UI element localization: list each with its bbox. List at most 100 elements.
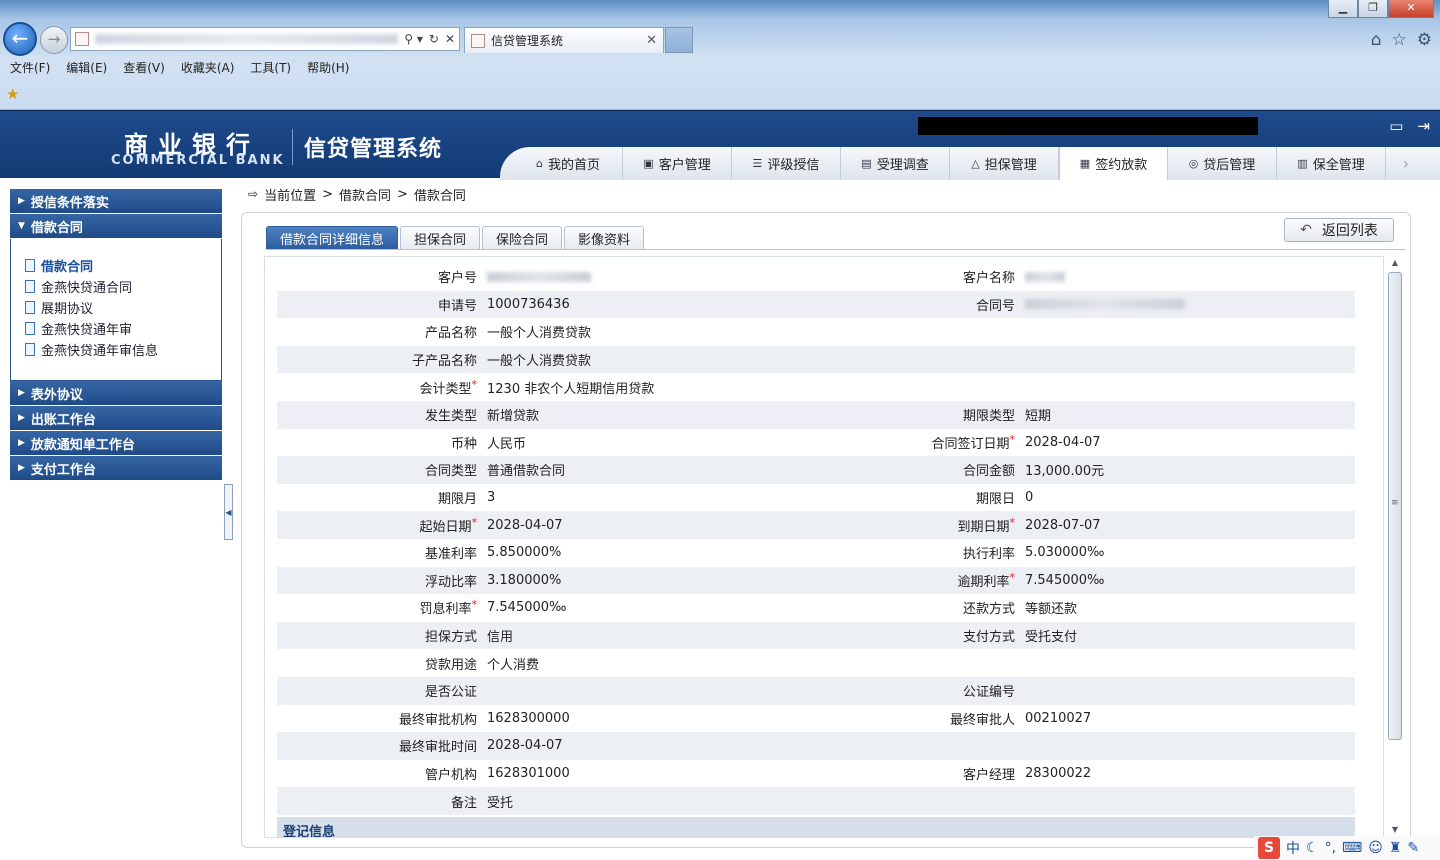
field-value: 00210027 [1025,710,1092,726]
nav-rating[interactable]: ☰ 评级授信 [732,147,841,180]
sidebar: ▶ 授信条件落实 ▼ 借款合同 借款合同 金燕快贷通合同 展期协议 金燕快贷通年审 … [10,189,222,481]
caret-right-icon: ▶ [18,438,25,448]
sidebar-item-annual-review[interactable]: 金燕快贷通年审 [25,318,221,339]
moon-icon[interactable]: ☾ [1306,840,1319,856]
nav-signing[interactable]: ▦ 签约放款 [1059,147,1168,180]
menu-view[interactable]: 查看(V) [123,59,165,76]
form-row: 罚息利率* 7.545000‰ 还款方式 等额还款 [277,594,1355,622]
minimize-button[interactable]: ▁ [1328,0,1358,18]
breadcrumb-level1[interactable]: 借款合同 [339,185,391,204]
sidebar-item-extension[interactable]: 展期协议 [25,297,221,318]
nav-customer[interactable]: ▣ 客户管理 [623,147,732,180]
id-card-icon: ▣ [643,157,654,170]
tab-guarantee-contract[interactable]: 担保合同 [400,226,481,249]
breadcrumb: ⇨ 当前位置 > 借款合同 > 借款合同 [248,184,466,204]
site-favicon-icon [75,32,89,46]
user-icon[interactable]: ☺ [1368,840,1383,856]
form-row: 最终审批机构 1628300000 最终审批人 00210027 [277,705,1355,733]
logout-icon[interactable]: ⇥ [1417,117,1430,135]
browser-tab[interactable]: 信贷管理系统 ✕ [464,27,664,53]
new-tab-button[interactable] [665,27,693,53]
document-icon: ▤ [861,157,872,170]
nav-post-loan[interactable]: ◎ 贷后管理 [1168,147,1277,180]
main-nav: ⌂ 我的首页 ▣ 客户管理 ☰ 评级授信 ▤ 受理调查 △ 担保管理 ▦ 签约放款 ◎ 贷后管… [500,147,1440,180]
maximize-button[interactable]: ❐ [1358,0,1388,18]
sidebar-section-conditions[interactable]: ▶ 授信条件落实 [10,189,222,214]
sidebar-section-loan-contract[interactable]: ▼ 借款合同 [10,214,222,239]
address-bar[interactable]: ⚲ ▾ ↻ ✕ [70,27,460,51]
field-value: 0 [1025,490,1034,506]
sidebar-item-jinyan-contract[interactable]: 金燕快贷通合同 [25,276,221,297]
add-favorite-star-icon[interactable]: ★ [6,85,19,103]
field-label: 子产品名称 [411,354,477,370]
caret-right-icon: ▶ [18,463,25,473]
field-value: 7.545000‰ [487,600,567,616]
nav-survey[interactable]: ▤ 受理调查 [841,147,950,180]
form-row: 申请号 1000736436 合同号 [277,290,1355,319]
chevron-right-icon[interactable]: › [1386,147,1426,180]
scroll-up-arrow-icon[interactable]: ▲ [1390,258,1400,267]
form-row: 产品名称 一般个人消费贷款 [277,318,1355,346]
required-marker: * [471,598,478,612]
menu-edit[interactable]: 编辑(E) [66,59,107,76]
sidebar-section-off-balance[interactable]: ▶ 表外协议 [10,381,222,406]
field-value-redacted [487,269,817,284]
tab-contract-detail[interactable]: 借款合同详细信息 [266,226,399,249]
field-label: 客户经理 [962,768,1015,784]
required-marker: * [471,515,478,529]
menu-tools[interactable]: 工具(T) [250,59,291,76]
favorites-star-icon[interactable]: ☆ [1392,30,1407,50]
field-label-required: 合同签订日期* [931,432,1015,452]
breadcrumb-sep: > [397,186,408,202]
home-icon[interactable]: ⌂ [1371,30,1382,50]
sidebar-section-notice[interactable]: ▶ 放款通知单工作台 [10,431,222,456]
menu-help[interactable]: 帮助(H) [307,59,349,76]
nav-home[interactable]: ⌂ 我的首页 [514,147,623,180]
sidebar-item-annual-review-info[interactable]: 金燕快贷通年审信息 [25,339,221,360]
back-arrow-icon[interactable]: ← [3,22,37,56]
stop-icon[interactable]: ✕ [445,32,455,46]
form-row: 基准利率 5.850000% 执行利率 5.030000‰ [277,539,1355,567]
caret-right-icon: ▶ [18,388,25,398]
sidebar-collapse-handle[interactable]: ◀ [224,484,233,540]
field-label: 产品名称 [424,326,477,342]
field-label-required: 逾期利率* [957,570,1016,590]
nav-guarantee[interactable]: △ 担保管理 [950,147,1059,180]
sogou-ime-logo[interactable]: S [1258,837,1280,859]
field-label: 最终审批人 [949,712,1015,728]
vertical-scrollbar[interactable]: ▲ ≡ ▼ [1386,258,1404,834]
menu-file[interactable]: 文件(F) [10,59,50,76]
sidebar-item-loan-contract[interactable]: 借款合同 [25,255,221,276]
field-value: 1628300000 [487,710,570,726]
gear-icon[interactable]: ⚙ [1417,30,1432,50]
menu-favorites[interactable]: 收藏夹(A) [181,59,235,76]
keyboard-icon[interactable]: ⌨ [1342,840,1362,856]
shirt-icon[interactable]: ♜ [1389,840,1402,856]
close-window-button[interactable]: ✕ [1388,0,1434,18]
wrench-icon[interactable]: ✎ [1407,840,1419,856]
field-value: 1000736436 [487,296,570,312]
field-value: 5.030000‰ [1025,545,1105,561]
caret-right-icon: ▶ [18,413,25,423]
tab-insurance-contract[interactable]: 保险合同 [482,226,563,249]
window-titlebar: ▁ ❐ ✕ ← → ⚲ ▾ ↻ ✕ 信贷管理系统 ✕ ⌂ ☆ ⚙ [0,0,1440,56]
forward-arrow-icon[interactable]: → [40,26,68,54]
field-label: 期限类型 [962,409,1015,425]
field-value: 受托支付 [1025,630,1078,646]
nav-preservation[interactable]: ▥ 保全管理 [1277,147,1386,180]
tab-image-data[interactable]: 影像资料 [564,226,645,249]
refresh-icon[interactable]: ↻ [429,32,439,46]
close-tab-icon[interactable]: ✕ [646,33,657,48]
scroll-down-arrow-icon[interactable]: ▼ [1390,825,1400,834]
field-label-required: 到期日期* [957,515,1015,535]
search-icon[interactable]: ⚲ ▾ [404,32,423,46]
required-marker: * [1009,570,1016,584]
field-value: 一般个人消费贷款 [487,354,592,370]
monitor-icon[interactable]: ▭ [1389,117,1403,135]
sidebar-section-disbursement[interactable]: ▶ 出账工作台 [10,406,222,431]
breadcrumb-level2: 借款合同 [413,188,466,204]
sidebar-section-payment[interactable]: ▶ 支付工作台 [10,456,222,481]
back-to-list-button[interactable]: ↶ 返回列表 [1284,218,1394,242]
punctuation-icon[interactable]: °, [1325,840,1336,856]
ime-mode-chinese[interactable]: 中 [1286,838,1300,858]
